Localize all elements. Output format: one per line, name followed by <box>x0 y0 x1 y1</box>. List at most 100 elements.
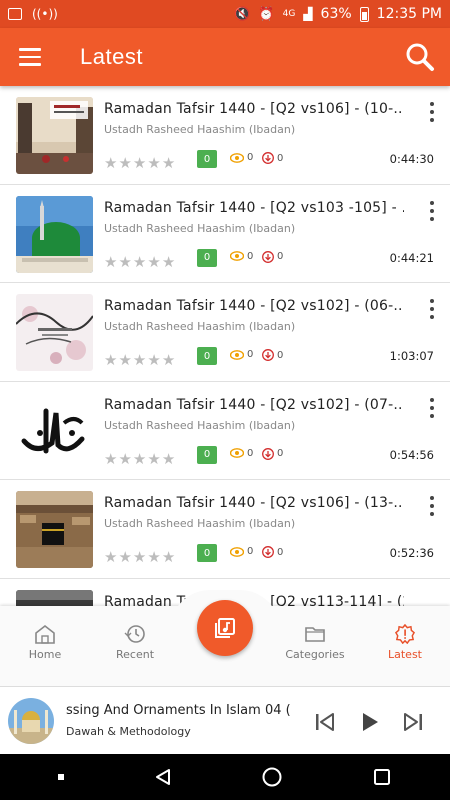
downloads-count: 0 <box>262 152 283 164</box>
player-title: ssing And Ornaments In Islam 04 ( <box>66 703 291 718</box>
item-author: Ustadh Rasheed Haashim (Ibadan) <box>104 123 296 136</box>
more-options-icon[interactable] <box>428 397 436 418</box>
download-icon <box>262 546 274 558</box>
nav-home[interactable]: Home <box>0 624 90 661</box>
list-item[interactable]: Ramadan Tafsir 1440 - [Q2 vs106] - (13-.… <box>0 480 450 579</box>
rating-badge: 0 <box>197 150 217 168</box>
clock: 12:35 PM <box>376 6 442 22</box>
download-icon <box>262 349 274 361</box>
home-icon <box>35 624 55 644</box>
hotspot-icon: ((•)) <box>32 7 58 21</box>
item-duration: 0:52:36 <box>389 546 434 560</box>
network-label: 4G <box>282 9 296 19</box>
more-options-icon[interactable] <box>428 102 436 122</box>
thumbnail <box>16 589 93 606</box>
more-options-icon[interactable] <box>428 299 436 319</box>
thumbnail <box>16 195 93 273</box>
battery-percent: 63% <box>320 6 352 22</box>
thumbnail <box>16 294 93 371</box>
item-duration: 0:54:56 <box>389 447 434 462</box>
rating-badge: 0 <box>197 347 217 365</box>
list-item[interactable]: Ramadan Tafsir 1440 - [Q2 vs102] - (07-.… <box>0 381 450 480</box>
item-author: Ustadh Rasheed Haashim (Ibadan) <box>104 320 296 333</box>
previous-button[interactable] <box>308 705 342 739</box>
music-library-icon <box>215 618 235 638</box>
image-icon <box>8 8 22 20</box>
mini-player[interactable]: ssing And Ornaments In Islam 04 ( Dawah … <box>0 686 450 754</box>
bottom-navigation: Home Recent Categories Latest <box>0 590 450 686</box>
list-item[interactable]: Ramadan Tafsir 1440 - [Q2 vs102] - (06-.… <box>0 283 450 382</box>
app-bar: Latest <box>0 28 450 86</box>
views-count: 0 <box>230 448 253 459</box>
downloads-count: 0 <box>262 447 283 460</box>
list-item[interactable]: Ramadan Tafsir 1440 - [Q2 vs106] - (10-.… <box>0 86 450 185</box>
next-button[interactable] <box>396 705 430 739</box>
player-subtitle: Dawah & Methodology <box>66 725 191 738</box>
item-author: Ustadh Rasheed Haashim (Ibadan) <box>104 517 296 530</box>
page-title: Latest <box>80 44 143 69</box>
downloads-count: 0 <box>262 250 283 263</box>
item-title: Ramadan Tafsir 1440 - [Q2 vs102] - (06-.… <box>104 298 404 314</box>
star-rating[interactable]: ★ ★ ★ ★ ★ <box>104 154 175 172</box>
menu-icon[interactable] <box>0 28 60 86</box>
search-button[interactable] <box>390 28 450 86</box>
thumbnail <box>16 491 93 568</box>
nav-recent[interactable]: Recent <box>90 624 180 661</box>
eye-icon <box>230 152 244 163</box>
views-count: 0 <box>230 152 253 163</box>
play-icon <box>363 713 378 731</box>
eye-icon <box>230 349 244 360</box>
play-button[interactable] <box>352 705 386 739</box>
now-playing-button[interactable] <box>197 600 253 656</box>
item-title: Ramadan Tafsir 1440 - [Q2 vs102] - (07-.… <box>104 396 404 413</box>
item-title: Ramadan Tafsir 1440 - [Q2 vs103 -105] - … <box>104 199 404 216</box>
item-duration: 1:03:07 <box>389 349 434 363</box>
nav-latest[interactable]: Latest <box>360 624 450 661</box>
download-icon <box>262 447 274 460</box>
list-item[interactable]: Ramadan Tafsir 1440 - [Q2 vs103 -105] - … <box>0 184 450 283</box>
download-icon <box>262 152 274 164</box>
recents-dot-icon[interactable] <box>58 774 65 780</box>
star-rating[interactable]: ★ ★ ★ ★ ★ <box>104 351 175 369</box>
more-options-icon[interactable] <box>428 496 436 516</box>
new-badge-icon <box>394 624 416 644</box>
eye-icon <box>230 251 244 261</box>
star-rating[interactable]: ★ ★ ★ ★ ★ <box>104 450 175 468</box>
star-rating[interactable]: ★ ★ ★ ★ ★ <box>104 253 175 271</box>
eye-icon <box>230 448 244 458</box>
thumbnail <box>16 97 93 174</box>
overview-icon[interactable] <box>372 767 392 787</box>
alarm-icon: ⏰ <box>258 6 275 22</box>
item-title: Ramadan Tafsir 1440 - [Q2 vs106] - (13-.… <box>104 495 404 511</box>
views-count: 0 <box>230 349 253 360</box>
item-author: Ustadh Rasheed Haashim (Ibadan) <box>104 221 296 235</box>
rating-badge: 0 <box>197 445 217 464</box>
views-count: 0 <box>230 546 253 557</box>
audio-list[interactable]: Ramadan Tafsir 1440 - [Q2 vs106] - (10-.… <box>0 86 450 606</box>
status-bar: ((•)) 🔇 ⏰ 4G ▟ 63% 12:35 PM <box>0 0 450 28</box>
rating-badge: 0 <box>197 544 217 562</box>
skip-previous-icon <box>316 713 334 731</box>
downloads-count: 0 <box>262 349 283 361</box>
mute-icon: 🔇 <box>234 6 251 22</box>
skip-next-icon <box>404 713 422 731</box>
item-title: Ramadan Tafsir 1440 - [Q2 vs106] - (10-.… <box>104 101 404 117</box>
rating-badge: 0 <box>197 248 217 267</box>
search-icon <box>406 43 434 71</box>
item-duration: 0:44:21 <box>389 250 434 265</box>
thumbnail <box>16 392 93 470</box>
views-count: 0 <box>230 251 253 262</box>
downloads-count: 0 <box>262 546 283 558</box>
download-icon <box>262 250 274 263</box>
system-navigation-bar <box>0 754 450 800</box>
back-icon[interactable] <box>153 767 173 787</box>
folder-icon <box>305 627 325 642</box>
more-options-icon[interactable] <box>428 200 436 221</box>
eye-icon <box>230 546 244 557</box>
nav-categories[interactable]: Categories <box>270 624 360 661</box>
star-rating[interactable]: ★ ★ ★ ★ ★ <box>104 548 175 566</box>
home-circle-icon[interactable] <box>261 766 283 788</box>
item-duration: 0:44:30 <box>389 152 434 166</box>
item-author: Ustadh Rasheed Haashim (Ibadan) <box>104 418 296 432</box>
signal-icon: ▟ <box>303 7 313 21</box>
